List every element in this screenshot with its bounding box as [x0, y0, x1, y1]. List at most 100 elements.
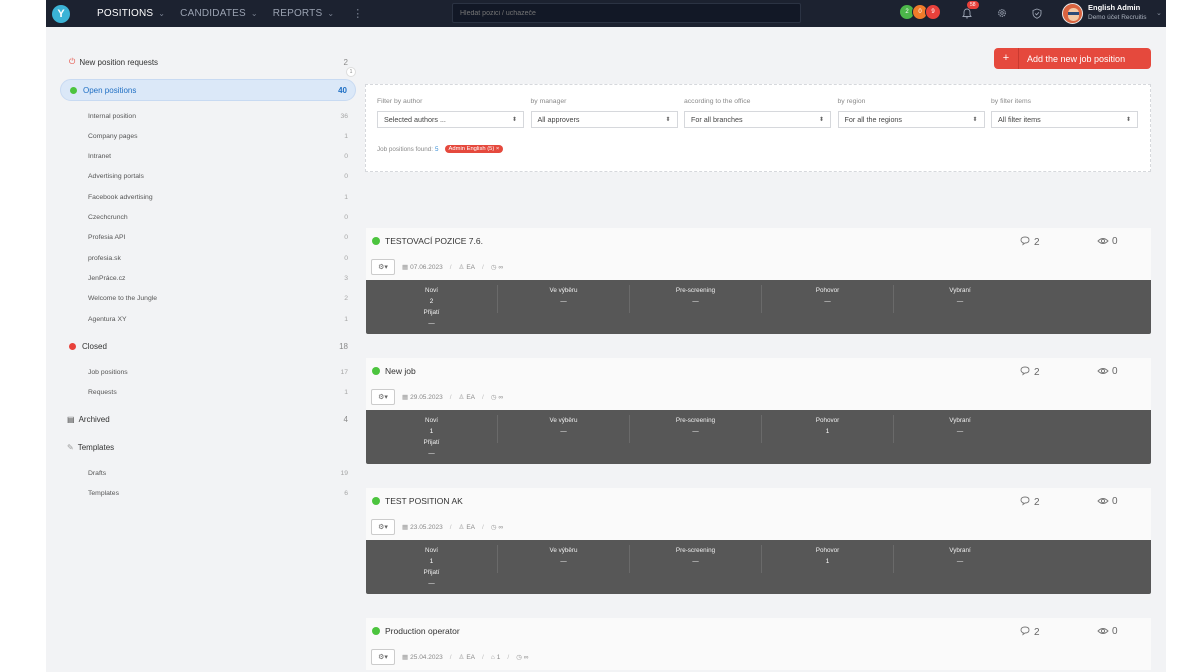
results-summary: Job positions found: 5 Admin English (5)… [377, 145, 504, 153]
filter-author: Filter by author Selected authors ... ⬍ [377, 98, 524, 128]
pipeline-stage[interactable]: Pre-screening — [630, 415, 762, 443]
pipeline-stage[interactable]: Pohovor 1 [762, 415, 894, 443]
pipeline-stage[interactable]: Vybraní — [894, 285, 1026, 313]
status-open-icon [372, 497, 380, 505]
sidebar-item-archived[interactable]: ▤ Archived 4 [60, 408, 356, 430]
chevron-down-icon[interactable]: ⌄ [1156, 9, 1162, 17]
comments-value: 2 [1034, 496, 1040, 508]
avatar[interactable] [1062, 3, 1083, 24]
comments-count[interactable]: 2 [1020, 496, 1040, 508]
views-count[interactable]: 0 [1097, 236, 1118, 247]
job-actions-button[interactable]: ⚙▾ [371, 259, 395, 275]
filter-manager-select[interactable]: All approvers ⬍ [530, 111, 678, 128]
job-title[interactable]: TESTOVACÍ POZICE 7.6. [372, 236, 483, 246]
app-logo[interactable]: Y [52, 4, 70, 23]
sidebar-subitem-label: Agentura XY [88, 315, 127, 323]
filter-author-select[interactable]: Selected authors ... ⬍ [377, 111, 524, 128]
comments-icon [1020, 626, 1031, 638]
shield-icon[interactable] [1030, 6, 1044, 20]
pipeline-stage[interactable]: Noví 2 Přijatí — [366, 285, 498, 327]
select-arrows-icon: ⬍ [818, 117, 824, 123]
meta-separator: / [507, 653, 510, 661]
sidebar-subitem-label: Advertising portals [88, 173, 144, 181]
counter-red[interactable]: 9 [925, 4, 941, 20]
calendar-icon: ▦ [402, 394, 409, 401]
stage-sub-value: — [428, 320, 435, 327]
sidebar-subitem[interactable]: Czechcrunch 0 [60, 209, 356, 227]
pipeline-stage[interactable]: Ve výběru — [498, 545, 630, 573]
sidebar-subitem-count: 1 [344, 315, 348, 323]
pipeline-stage[interactable]: Pohovor — [762, 285, 894, 313]
sidebar-subitem-count: 1 [344, 388, 348, 396]
sidebar-subitem[interactable]: Templates 6 [60, 484, 356, 502]
sidebar-item-templates[interactable]: ✎ Templates [60, 436, 356, 458]
search-input[interactable] [452, 3, 801, 23]
request-badge: 1 [346, 67, 356, 77]
job-actions-button[interactable]: ⚙▾ [371, 389, 395, 405]
job-title[interactable]: TEST POSITION AK [372, 496, 463, 506]
stage-sub-name: Přijatí [423, 309, 440, 316]
sidebar-subitem[interactable]: Company pages 1 [60, 127, 356, 145]
job-card: Production operator 2 0 ⚙▾ ▦ 25.04.2023 / ♙ EA / ⌂… [366, 618, 1151, 670]
pipeline-stage[interactable]: Ve výběru — [498, 415, 630, 443]
sidebar-subitem[interactable]: Welcome to the Jungle 2 [60, 290, 356, 308]
sidebar-subitem[interactable]: Agentura XY 1 [60, 310, 356, 328]
stage-sub-name: Přijatí [423, 569, 440, 576]
job-actions-button[interactable]: ⚙▾ [371, 649, 395, 665]
more-menu-icon[interactable]: ⋮ [352, 7, 363, 20]
chevron-down-icon: ⌄ [327, 9, 335, 18]
meta-separator: / [482, 653, 484, 661]
sidebar-subitem-label: Templates [88, 489, 119, 497]
pipeline-stage[interactable]: Vybraní — [894, 415, 1026, 443]
sidebar-subitem-count: 0 [344, 153, 348, 161]
add-job-position-button[interactable]: + Add the new job position [994, 48, 1151, 69]
sidebar-subitem[interactable]: profesia.sk 0 [60, 249, 356, 267]
pipeline-stage[interactable]: Noví 1 Přijatí — [366, 415, 498, 457]
nav-reports[interactable]: REPORTS ⌄ [273, 8, 334, 19]
sidebar-subitem[interactable]: JenPráce.cz 3 [60, 269, 356, 287]
job-card: TESTOVACÍ POZICE 7.6. 2 0 ⚙▾ ▦ 07.06.2023 / ♙ EA… [366, 228, 1151, 334]
filter-filter-items-select[interactable]: All filter items ⬍ [991, 111, 1138, 128]
comments-count[interactable]: 2 [1020, 236, 1040, 248]
filter-region-value: For all the regions [844, 115, 903, 124]
comments-count[interactable]: 2 [1020, 366, 1040, 378]
tag-icon: ⌂ [490, 653, 495, 661]
comments-count[interactable]: 2 [1020, 626, 1040, 638]
pipeline-stage[interactable]: Ve výběru — [498, 285, 630, 313]
sidebar-subitem[interactable]: Facebook advertising 1 [60, 188, 356, 206]
sidebar-subitem[interactable]: Intranet 0 [60, 148, 356, 166]
views-count[interactable]: 0 [1097, 366, 1118, 377]
job-actions-button[interactable]: ⚙▾ [371, 519, 395, 535]
pipeline-stage[interactable]: Noví 1 Přijatí — [366, 545, 498, 587]
pipeline-stage[interactable]: Pohovor 1 [762, 545, 894, 573]
job-title[interactable]: Production operator [372, 626, 460, 636]
nav-positions[interactable]: POSITIONS ⌄ [97, 8, 165, 19]
job-meta: ⚙▾ ▦ 23.05.2023 / ♙ EA / ◷ ∞ [371, 519, 503, 535]
pipeline-stage[interactable]: Pre-screening — [630, 285, 762, 313]
clock-icon: ◷ [490, 394, 497, 401]
sidebar-subitem[interactable]: Advertising portals 0 [60, 168, 356, 186]
job-date: 23.05.2023 [410, 523, 443, 531]
filter-filter-items-label: by filter items [991, 98, 1032, 105]
sidebar-item-closed[interactable]: Closed 18 [60, 335, 356, 357]
sidebar-subitem[interactable]: Job positions 17 [60, 363, 356, 381]
views-count[interactable]: 0 [1097, 626, 1118, 637]
sidebar-subitem-label: Welcome to the Jungle [88, 295, 158, 303]
sidebar-subitem[interactable]: Drafts 19 [60, 464, 356, 482]
author-filter-tag[interactable]: Admin English (5) × [444, 145, 504, 153]
filter-office-select[interactable]: For all branches ⬍ [684, 111, 831, 128]
sidebar-item-open-positions[interactable]: Open positions 40 [60, 79, 356, 101]
sidebar-item-new-position-requests[interactable]: ⏻ New position requests 2 [60, 51, 356, 73]
sidebar-subitem[interactable]: Profesia API 0 [60, 229, 356, 247]
job-title[interactable]: New job [372, 366, 416, 376]
user-menu[interactable]: English Admin Demo účet Recruitis [1088, 3, 1147, 21]
pipeline-stage[interactable]: Pre-screening — [630, 545, 762, 573]
comments-value: 2 [1034, 236, 1040, 248]
nav-candidates[interactable]: CANDIDATES ⌄ [180, 8, 258, 19]
filter-region-select[interactable]: For all the regions ⬍ [837, 111, 985, 128]
pipeline-stage[interactable]: Vybraní — [894, 545, 1026, 573]
sidebar-subitem[interactable]: Internal position 36 [60, 107, 356, 125]
views-count[interactable]: 0 [1097, 496, 1118, 507]
sidebar-subitem[interactable]: Requests 1 [60, 383, 356, 401]
gear-icon[interactable] [995, 6, 1009, 20]
